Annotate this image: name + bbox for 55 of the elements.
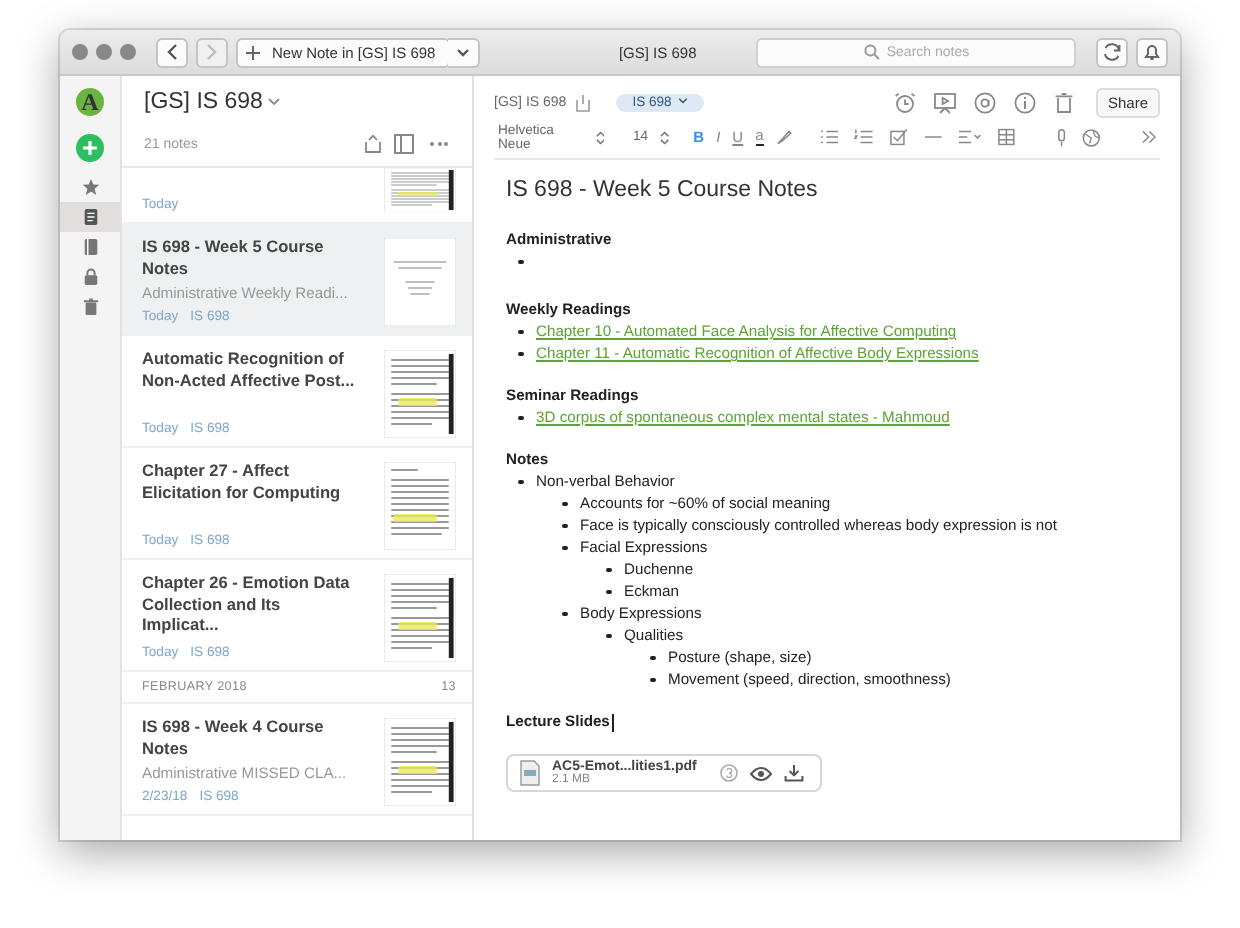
numbered-list-icon[interactable]	[854, 128, 874, 146]
alarm-icon[interactable]	[893, 91, 916, 113]
microphone-icon[interactable]	[1055, 127, 1067, 147]
align-icon[interactable]	[958, 128, 983, 146]
highlighter-icon[interactable]	[775, 128, 793, 146]
stepper-icon[interactable]	[660, 129, 670, 145]
at-sign-icon[interactable]	[973, 91, 996, 113]
notes-icon[interactable]	[60, 202, 120, 232]
chevron-left-icon	[166, 44, 178, 60]
note-title: IS 698 - Week 5 Course Notes	[142, 236, 326, 278]
bell-icon	[1142, 42, 1162, 62]
stepper-icon[interactable]	[595, 129, 605, 145]
pdf-file-icon	[520, 760, 540, 786]
document-thumbnail	[384, 718, 456, 806]
minimize-icon[interactable]	[96, 44, 112, 60]
caret-icon	[677, 98, 688, 105]
share-icon[interactable]	[364, 134, 382, 154]
note-title: Automatic Recognition of Non-Acted Affective Post...	[142, 348, 357, 390]
checkbox-icon[interactable]	[889, 128, 908, 146]
table-icon[interactable]	[998, 128, 1016, 146]
caret-icon	[455, 47, 470, 57]
note-title: Chapter 27 - Affect Elicitation for Computing	[142, 460, 343, 502]
info-icon[interactable]	[1013, 91, 1036, 113]
document-thumbnail	[384, 574, 456, 662]
chevron-right-icon	[206, 44, 218, 60]
notifications-button[interactable]	[1136, 37, 1168, 67]
layout-icon[interactable]	[394, 134, 414, 154]
globe-icon[interactable]	[1082, 127, 1102, 147]
trash-icon[interactable]	[1053, 91, 1074, 113]
presentation-icon[interactable]	[933, 91, 956, 113]
document-thumbnail	[384, 350, 456, 438]
new-note-icon[interactable]	[76, 134, 104, 162]
document-thumbnail	[384, 238, 456, 326]
chevrons-icon[interactable]	[1141, 130, 1156, 144]
eye-icon[interactable]	[750, 765, 773, 781]
dropdown-button[interactable]	[447, 37, 480, 67]
note-title[interactable]: IS 698 - Week 5 Course Notes	[506, 178, 1148, 202]
share-icon[interactable]	[576, 93, 591, 111]
plus-icon	[246, 45, 260, 59]
caret-icon	[268, 97, 281, 106]
sync-icon	[1102, 42, 1122, 62]
annotate-icon[interactable]	[720, 764, 739, 782]
note-title: Chapter 26 - Emotion Data Collection and Its Implicat...	[142, 572, 352, 635]
more-icon[interactable]	[426, 138, 452, 150]
close-icon[interactable]	[72, 44, 88, 60]
avatar[interactable]: A	[76, 88, 104, 116]
note-title: IS 698 - Week 4 Course Notes	[142, 716, 326, 758]
document-thumbnail	[384, 462, 456, 550]
back-button[interactable]	[156, 37, 188, 67]
zoom-icon[interactable]	[120, 44, 136, 60]
bullet-list-icon[interactable]	[820, 128, 839, 146]
sync-button[interactable]	[1096, 37, 1128, 67]
download-icon[interactable]	[784, 764, 805, 782]
notebook-title[interactable]: [GS] IS 698	[144, 90, 452, 122]
search-icon	[864, 44, 880, 60]
